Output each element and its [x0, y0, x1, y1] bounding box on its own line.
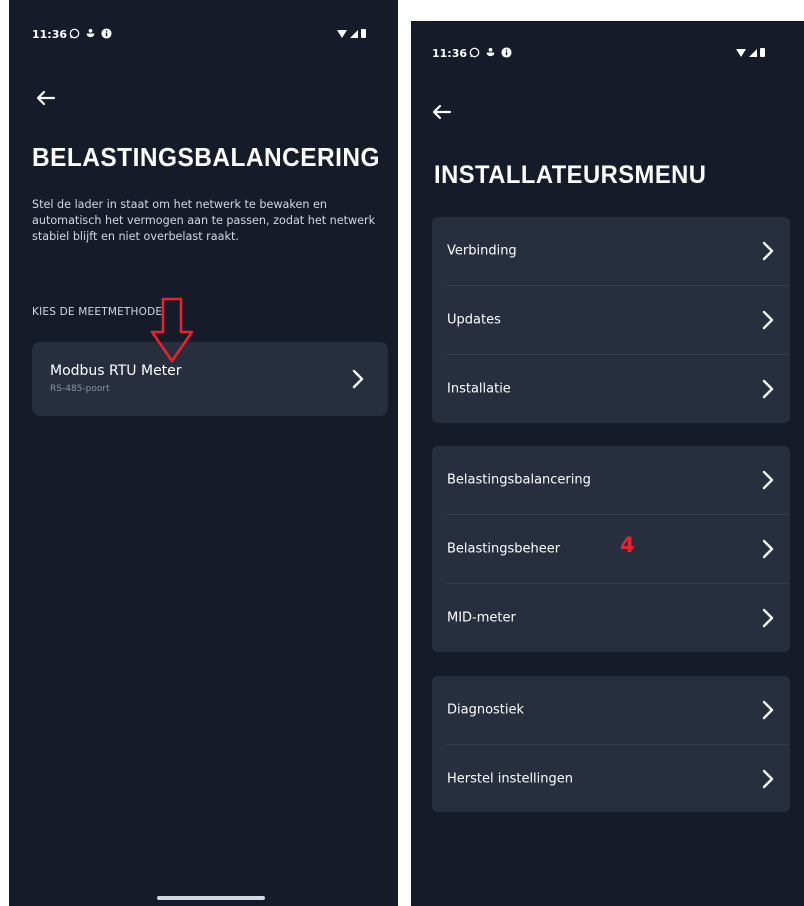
modbus-rtu-meter-option[interactable]: Modbus RTU Meter RS-485-poort	[32, 342, 388, 416]
chevron-right-icon	[762, 700, 774, 720]
menu-item-belastingsbalancering[interactable]: Belastingsbalancering	[432, 446, 790, 514]
menu-group-general: Verbinding Updates Installatie	[432, 217, 790, 423]
chevron-right-icon	[762, 769, 774, 789]
option-subtitle: RS-485-poort	[50, 384, 110, 394]
page-title: INSTALLATEURSMENU	[434, 161, 707, 189]
menu-item-label: Installatie	[447, 381, 511, 397]
menu-group-maintenance: Diagnostiek Herstel instellingen	[432, 676, 790, 812]
left-phone-screen: 11:36 BELASTINGSBALANCERING Stel de lade…	[9, 0, 398, 906]
battery-icon	[361, 29, 366, 38]
annotation-arrow-icon	[150, 297, 194, 363]
back-button[interactable]	[32, 84, 60, 112]
status-time: 11:36	[432, 47, 468, 60]
signal-icon	[749, 48, 757, 57]
annotation-step-number: 4	[620, 533, 635, 557]
arrow-left-icon	[36, 90, 56, 106]
right-phone-screen: 11:36 INSTALLATEURSMENU Verbinding Updat…	[411, 21, 804, 906]
section-label: KIES DE MEETMETHODE	[32, 306, 163, 318]
menu-item-updates[interactable]: Updates	[432, 286, 790, 354]
menu-item-label: Belastingsbeheer	[447, 541, 561, 557]
chevron-right-icon	[762, 310, 774, 330]
person-shield-icon	[486, 47, 495, 57]
info-icon	[101, 28, 112, 39]
menu-item-label: Verbinding	[447, 243, 517, 259]
menu-item-label: MID-meter	[447, 610, 516, 626]
arrow-left-icon	[432, 104, 452, 120]
menu-item-installatie[interactable]: Installatie	[432, 355, 790, 423]
menu-item-mid-meter[interactable]: MID-meter	[432, 584, 790, 652]
menu-item-belastingsbeheer[interactable]: Belastingsbeheer	[432, 515, 790, 583]
menu-item-label: Belastingsbalancering	[447, 472, 591, 488]
info-icon	[501, 47, 512, 58]
person-shield-icon	[86, 28, 95, 38]
battery-icon	[760, 48, 765, 57]
menu-item-verbinding[interactable]: Verbinding	[432, 217, 790, 285]
page-description: Stel de lader in staat om het netwerk te…	[32, 198, 376, 243]
home-indicator[interactable]	[157, 896, 265, 900]
page-title: BELASTINGSBALANCERING	[32, 142, 380, 172]
chevron-right-icon	[762, 379, 774, 399]
option-title: Modbus RTU Meter	[50, 363, 182, 379]
chevron-right-icon	[762, 539, 774, 559]
chevron-right-icon	[762, 241, 774, 261]
chevron-right-icon	[352, 369, 364, 389]
status-bar: 11:36	[411, 47, 804, 67]
menu-item-label: Updates	[447, 312, 501, 328]
menu-item-label: Diagnostiek	[447, 702, 525, 718]
menu-item-diagnostiek[interactable]: Diagnostiek	[432, 676, 790, 744]
signal-icon	[350, 29, 358, 38]
wifi-icon	[736, 48, 746, 57]
menu-item-label: Herstel instellingen	[447, 771, 574, 787]
whatsapp-icon	[469, 47, 480, 58]
whatsapp-icon	[69, 28, 80, 39]
menu-item-herstel-instellingen[interactable]: Herstel instellingen	[432, 745, 790, 813]
back-button[interactable]	[428, 98, 456, 126]
chevron-right-icon	[762, 608, 774, 628]
menu-group-load: Belastingsbalancering Belastingsbeheer M…	[432, 446, 790, 652]
status-bar: 11:36	[9, 28, 398, 48]
status-time: 11:36	[32, 28, 68, 41]
chevron-right-icon	[762, 470, 774, 490]
wifi-icon	[337, 29, 347, 38]
